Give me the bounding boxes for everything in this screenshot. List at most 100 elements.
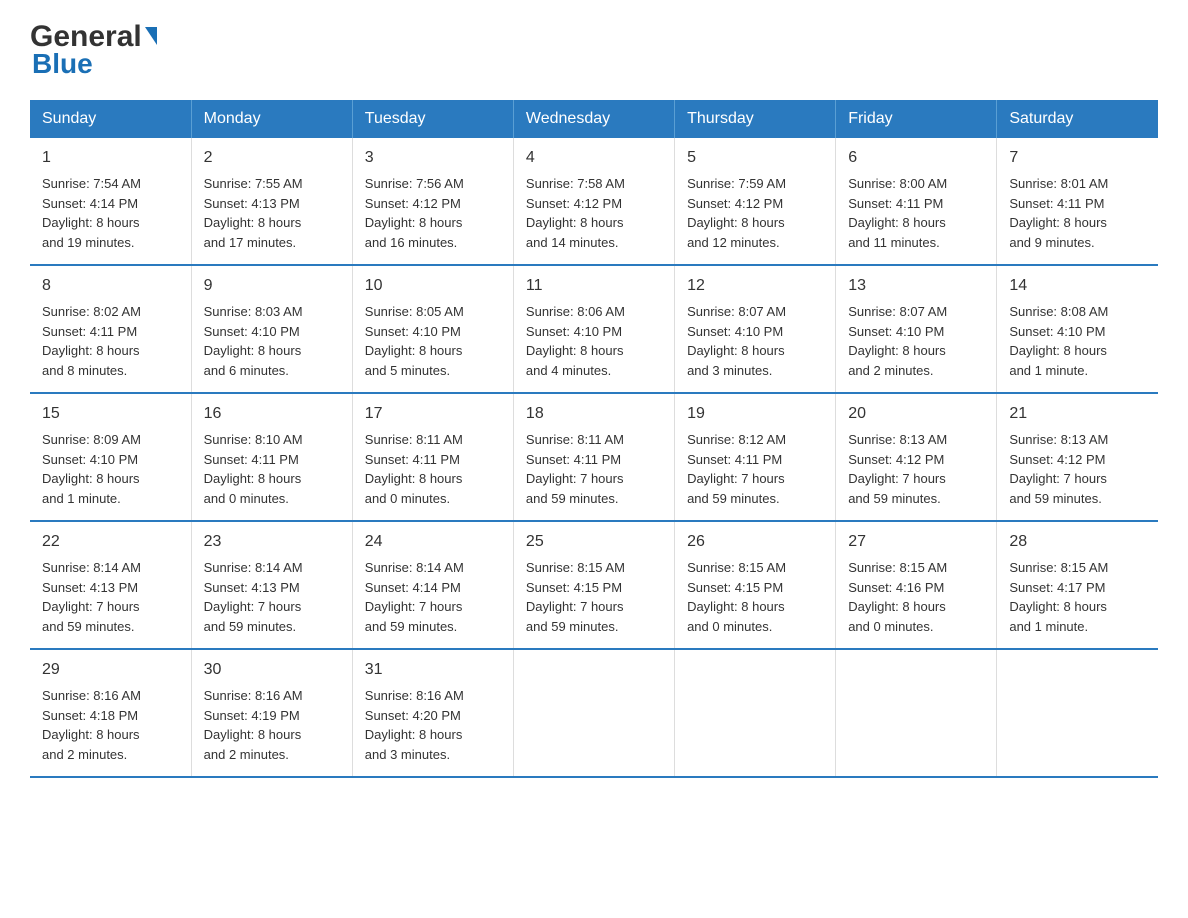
day-info: Sunrise: 7:56 AMSunset: 4:12 PMDaylight:… [365,176,464,250]
day-number: 30 [204,658,340,682]
calendar-cell: 18 Sunrise: 8:11 AMSunset: 4:11 PMDayligh… [513,393,674,521]
day-info: Sunrise: 8:09 AMSunset: 4:10 PMDaylight:… [42,432,141,506]
weekday-header-tuesday: Tuesday [352,100,513,138]
day-number: 19 [687,402,823,426]
day-info: Sunrise: 7:55 AMSunset: 4:13 PMDaylight:… [204,176,303,250]
calendar-cell: 29 Sunrise: 8:16 AMSunset: 4:18 PMDayligh… [30,649,191,777]
day-number: 11 [526,274,662,298]
day-info: Sunrise: 8:00 AMSunset: 4:11 PMDaylight:… [848,176,947,250]
day-info: Sunrise: 8:02 AMSunset: 4:11 PMDaylight:… [42,304,141,378]
day-info: Sunrise: 7:58 AMSunset: 4:12 PMDaylight:… [526,176,625,250]
day-info: Sunrise: 8:14 AMSunset: 4:13 PMDaylight:… [204,560,303,634]
day-number: 4 [526,146,662,170]
calendar-cell: 14Sunrise: 8:08 AMSunset: 4:10 PMDayligh… [997,265,1158,393]
calendar-cell: 17 Sunrise: 8:11 AMSunset: 4:11 PMDayligh… [352,393,513,521]
day-number: 24 [365,530,501,554]
logo-triangle-icon [145,27,157,45]
day-number: 3 [365,146,501,170]
calendar-week-row: 15 Sunrise: 8:09 AMSunset: 4:10 PMDayligh… [30,393,1158,521]
calendar-cell: 15 Sunrise: 8:09 AMSunset: 4:10 PMDayligh… [30,393,191,521]
calendar-cell: 1Sunrise: 7:54 AMSunset: 4:14 PMDaylight… [30,138,191,265]
calendar-cell: 20 Sunrise: 8:13 AMSunset: 4:12 PMDayligh… [836,393,997,521]
day-number: 13 [848,274,984,298]
day-number: 5 [687,146,823,170]
day-number: 8 [42,274,179,298]
day-number: 31 [365,658,501,682]
calendar-cell: 30Sunrise: 8:16 AMSunset: 4:19 PMDayligh… [191,649,352,777]
day-info: Sunrise: 8:11 AMSunset: 4:11 PMDaylight:… [365,432,463,506]
weekday-header-friday: Friday [836,100,997,138]
calendar-cell: 8 Sunrise: 8:02 AMSunset: 4:11 PMDaylight… [30,265,191,393]
calendar-cell: 28Sunrise: 8:15 AMSunset: 4:17 PMDayligh… [997,521,1158,649]
calendar-cell: 3 Sunrise: 7:56 AMSunset: 4:12 PMDaylight… [352,138,513,265]
day-info: Sunrise: 8:15 AMSunset: 4:16 PMDaylight:… [848,560,947,634]
weekday-header-thursday: Thursday [675,100,836,138]
calendar-cell [836,649,997,777]
day-info: Sunrise: 8:07 AMSunset: 4:10 PMDaylight:… [687,304,786,378]
day-number: 22 [42,530,179,554]
logo-blue-text: Blue [30,48,93,80]
calendar-cell [997,649,1158,777]
calendar-cell: 25 Sunrise: 8:15 AMSunset: 4:15 PMDayligh… [513,521,674,649]
day-number: 2 [204,146,340,170]
calendar-cell: 22 Sunrise: 8:14 AMSunset: 4:13 PMDayligh… [30,521,191,649]
day-info: Sunrise: 8:16 AMSunset: 4:18 PMDaylight:… [42,688,141,762]
day-info: Sunrise: 8:15 AMSunset: 4:15 PMDaylight:… [687,560,786,634]
weekday-header-saturday: Saturday [997,100,1158,138]
day-number: 12 [687,274,823,298]
calendar-week-row: 8 Sunrise: 8:02 AMSunset: 4:11 PMDaylight… [30,265,1158,393]
weekday-header-wednesday: Wednesday [513,100,674,138]
day-number: 1 [42,146,179,170]
day-info: Sunrise: 8:10 AMSunset: 4:11 PMDaylight:… [204,432,303,506]
day-number: 6 [848,146,984,170]
calendar-week-row: 22 Sunrise: 8:14 AMSunset: 4:13 PMDayligh… [30,521,1158,649]
day-number: 25 [526,530,662,554]
day-number: 28 [1009,530,1146,554]
day-number: 29 [42,658,179,682]
day-number: 10 [365,274,501,298]
calendar-cell: 12 Sunrise: 8:07 AMSunset: 4:10 PMDayligh… [675,265,836,393]
day-number: 20 [848,402,984,426]
day-info: Sunrise: 8:15 AMSunset: 4:15 PMDaylight:… [526,560,625,634]
day-info: Sunrise: 8:14 AMSunset: 4:13 PMDaylight:… [42,560,141,634]
day-number: 18 [526,402,662,426]
calendar-cell: 9 Sunrise: 8:03 AMSunset: 4:10 PMDaylight… [191,265,352,393]
day-info: Sunrise: 8:13 AMSunset: 4:12 PMDaylight:… [1009,432,1108,506]
calendar-week-row: 1Sunrise: 7:54 AMSunset: 4:14 PMDaylight… [30,138,1158,265]
day-info: Sunrise: 8:11 AMSunset: 4:11 PMDaylight:… [526,432,624,506]
calendar-cell [513,649,674,777]
day-info: Sunrise: 7:59 AMSunset: 4:12 PMDaylight:… [687,176,786,250]
day-number: 16 [204,402,340,426]
calendar-cell: 19 Sunrise: 8:12 AMSunset: 4:11 PMDayligh… [675,393,836,521]
day-info: Sunrise: 8:14 AMSunset: 4:14 PMDaylight:… [365,560,464,634]
day-number: 26 [687,530,823,554]
day-number: 23 [204,530,340,554]
calendar-cell: 4 Sunrise: 7:58 AMSunset: 4:12 PMDaylight… [513,138,674,265]
calendar-cell: 27Sunrise: 8:15 AMSunset: 4:16 PMDayligh… [836,521,997,649]
day-number: 7 [1009,146,1146,170]
day-number: 14 [1009,274,1146,298]
day-number: 15 [42,402,179,426]
calendar-cell: 2 Sunrise: 7:55 AMSunset: 4:13 PMDaylight… [191,138,352,265]
day-info: Sunrise: 8:03 AMSunset: 4:10 PMDaylight:… [204,304,303,378]
calendar-cell: 5 Sunrise: 7:59 AMSunset: 4:12 PMDaylight… [675,138,836,265]
day-info: Sunrise: 8:13 AMSunset: 4:12 PMDaylight:… [848,432,947,506]
calendar-cell: 11Sunrise: 8:06 AMSunset: 4:10 PMDayligh… [513,265,674,393]
calendar-cell: 16 Sunrise: 8:10 AMSunset: 4:11 PMDayligh… [191,393,352,521]
calendar-table: SundayMondayTuesdayWednesdayThursdayFrid… [30,100,1158,778]
calendar-cell: 6 Sunrise: 8:00 AMSunset: 4:11 PMDaylight… [836,138,997,265]
logo: General Blue [30,20,157,80]
day-info: Sunrise: 8:05 AMSunset: 4:10 PMDaylight:… [365,304,464,378]
day-info: Sunrise: 8:12 AMSunset: 4:11 PMDaylight:… [687,432,786,506]
day-number: 17 [365,402,501,426]
calendar-cell: 31Sunrise: 8:16 AMSunset: 4:20 PMDayligh… [352,649,513,777]
weekday-header-sunday: Sunday [30,100,191,138]
calendar-cell: 13 Sunrise: 8:07 AMSunset: 4:10 PMDayligh… [836,265,997,393]
calendar-week-row: 29 Sunrise: 8:16 AMSunset: 4:18 PMDayligh… [30,649,1158,777]
day-info: Sunrise: 8:07 AMSunset: 4:10 PMDaylight:… [848,304,947,378]
day-number: 9 [204,274,340,298]
day-info: Sunrise: 8:01 AMSunset: 4:11 PMDaylight:… [1009,176,1108,250]
weekday-header-monday: Monday [191,100,352,138]
calendar-cell [675,649,836,777]
calendar-cell: 10 Sunrise: 8:05 AMSunset: 4:10 PMDayligh… [352,265,513,393]
